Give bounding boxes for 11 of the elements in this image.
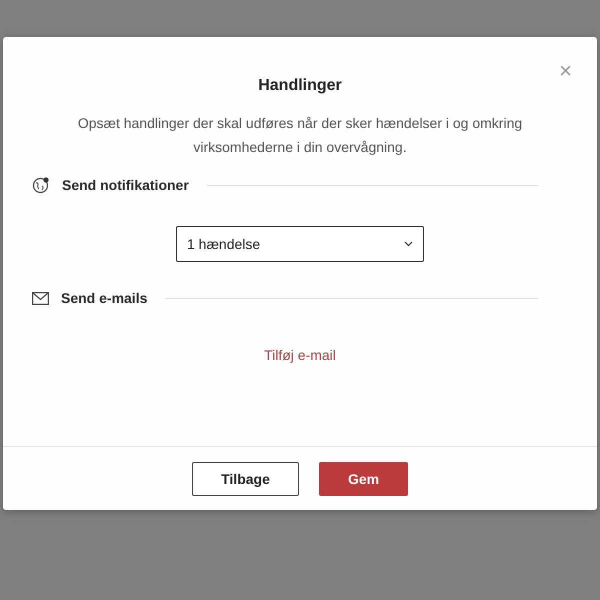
chevron-down-icon	[404, 241, 413, 247]
save-button[interactable]: Gem	[319, 462, 408, 496]
section-title: Send notifikationer	[62, 177, 189, 193]
mail-icon	[32, 292, 49, 304]
add-email-link[interactable]: Tilføj e-mail	[264, 347, 336, 363]
event-select[interactable]: 1 hændelse	[176, 226, 424, 262]
back-button[interactable]: Tilbage	[192, 462, 299, 496]
dialog-description: Opsæt handlinger der skal udføres når der sker hændelser i og omkring virksomhederne i din overvågning.	[76, 114, 524, 157]
globe-icon	[32, 176, 50, 194]
dialog-title: Handlinger	[257, 77, 343, 95]
section-title: Send e-mails	[61, 290, 148, 306]
